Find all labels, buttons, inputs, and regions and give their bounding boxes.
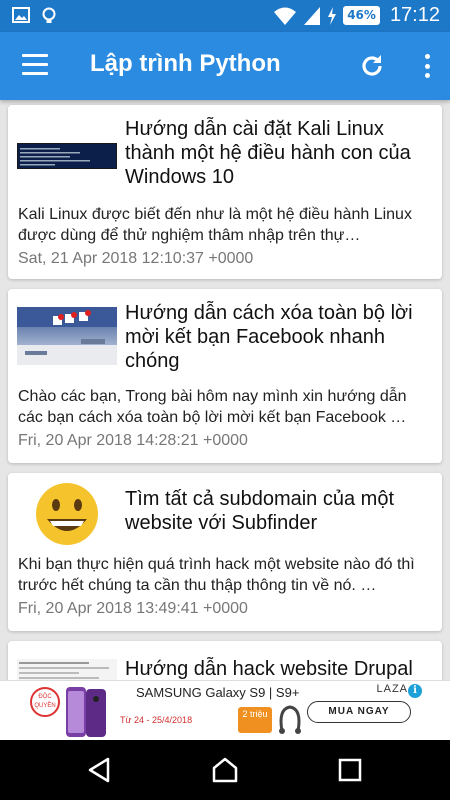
article-thumbnail (17, 659, 117, 680)
lightbulb-icon (42, 7, 56, 23)
article-date: Fri, 20 Apr 2018 14:28:21 +0000 (18, 432, 248, 449)
ad-promo: 2 triệu (238, 707, 272, 733)
article-excerpt: Khi bạn thực hiện quá trình hack một web… (18, 556, 415, 594)
ad-dates: Từ 24 - 25/4/2018 (120, 715, 193, 725)
article-feed[interactable]: Hướng dẫn cài đặt Kali Linux thành một h… (0, 100, 450, 680)
ad-badge: ĐỘC QUYỀN (30, 687, 60, 717)
navigation-bar (0, 740, 450, 800)
article-card[interactable]: Hướng dẫn cách xóa toàn bộ lời mời kết b… (8, 289, 442, 463)
smiley-emoji-icon (17, 481, 117, 547)
home-icon[interactable] (211, 756, 239, 784)
more-options-icon[interactable] (422, 52, 432, 80)
app-bar: Lập trình Python (0, 32, 450, 100)
recent-apps-icon[interactable] (336, 756, 364, 784)
menu-button[interactable] (22, 54, 48, 76)
status-bar: 46% 17:12 (0, 0, 450, 32)
signal-icon (304, 6, 321, 25)
article-card[interactable]: Hướng dẫn cài đặt Kali Linux thành một h… (8, 105, 442, 279)
charging-icon (328, 6, 337, 25)
article-date: Sat, 21 Apr 2018 12:10:37 +0000 (18, 250, 254, 267)
wifi-icon (274, 7, 297, 25)
article-excerpt: Kali Linux được biết đến như là một hệ đ… (18, 206, 412, 244)
article-excerpt: Chào các bạn, Trong bài hôm nay mình xin… (18, 388, 407, 426)
ad-content[interactable]: ĐỘC QUYỀN SAMSUNG Galaxy S9 | S9+ Từ 24 … (24, 681, 426, 741)
buy-now-button[interactable]: MUA NGAY (307, 701, 411, 723)
phone-image (66, 687, 106, 737)
refresh-icon[interactable] (358, 52, 386, 80)
article-title: Hướng dẫn hack website Drupal (125, 658, 413, 680)
article-title: Tìm tất cả subdomain của một website với… (125, 488, 395, 534)
article-card[interactable]: Tìm tất cả subdomain của một website với… (8, 473, 442, 631)
article-date: Fri, 20 Apr 2018 13:49:41 +0000 (18, 600, 248, 617)
article-card[interactable]: Hướng dẫn hack website Drupal (8, 641, 442, 680)
ad-brand: SAMSUNG Galaxy S9 | S9+ (136, 685, 300, 700)
article-title: Hướng dẫn cách xóa toàn bộ lời mời kết b… (125, 302, 413, 372)
info-icon[interactable]: i (408, 684, 422, 698)
battery-level: 46% (343, 6, 380, 25)
earphones-image (279, 705, 301, 734)
gallery-icon (12, 7, 30, 23)
clock: 17:12 (389, 4, 440, 26)
article-thumbnail (17, 307, 117, 365)
back-icon[interactable] (86, 756, 114, 784)
ad-banner[interactable]: ĐỘC QUYỀN SAMSUNG Galaxy S9 | S9+ Từ 24 … (0, 680, 450, 741)
app-title: Lập trình Python (90, 50, 281, 77)
article-title: Hướng dẫn cài đặt Kali Linux thành một h… (125, 118, 411, 188)
ad-advertiser: LAZA (376, 683, 408, 695)
article-thumbnail (17, 143, 117, 169)
